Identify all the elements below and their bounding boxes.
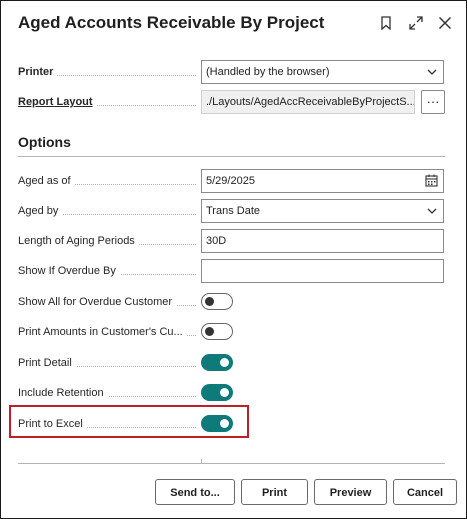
aged-as-of-row: Aged as of 5/29/2025 <box>18 169 444 193</box>
length-of-aging-periods-input[interactable]: 30D <box>201 229 444 253</box>
print-detail-toggle[interactable] <box>201 354 233 371</box>
printer-value: (Handled by the browser) <box>206 66 330 78</box>
print-detail-row: Print Detail <box>18 351 444 375</box>
footer-divider <box>18 463 445 464</box>
aged-by-select[interactable]: Trans Date <box>201 199 444 223</box>
dialog-title: Aged Accounts Receivable By Project <box>18 13 325 32</box>
print-amounts-customer-currency-row: Print Amounts in Customer's Cu... <box>18 320 444 344</box>
length-of-aging-periods-value: 30D <box>206 235 227 247</box>
show-all-overdue-customer-toggle[interactable] <box>201 293 233 310</box>
report-layout-label[interactable]: Report Layout <box>18 90 97 114</box>
report-request-dialog: Aged Accounts Receivable By Project Prin… <box>0 0 467 519</box>
print-to-excel-highlight <box>9 405 249 438</box>
preview-button[interactable]: Preview <box>314 479 387 505</box>
aged-as-of-input[interactable]: 5/29/2025 <box>201 169 444 193</box>
report-layout-value: ./Layouts/AgedAccReceivableByProjectS... <box>206 96 415 108</box>
show-if-overdue-by-row: Show If Overdue By <box>18 259 444 283</box>
print-button[interactable]: Print <box>241 479 308 505</box>
aged-by-label: Aged by <box>18 199 63 223</box>
show-if-overdue-by-input[interactable] <box>201 259 444 283</box>
chevron-down-icon <box>427 69 437 75</box>
include-retention-toggle[interactable] <box>201 384 233 401</box>
length-of-aging-periods-row: Length of Aging Periods 30D <box>18 229 444 253</box>
printer-select[interactable]: (Handled by the browser) <box>201 60 444 84</box>
aged-as-of-label: Aged as of <box>18 169 75 193</box>
report-layout-row: Report Layout ./Layouts/AgedAccReceivabl… <box>18 90 445 114</box>
length-of-aging-periods-label: Length of Aging Periods <box>18 229 139 253</box>
report-layout-more-button[interactable]: ··· <box>421 90 445 114</box>
show-all-overdue-customer-label: Show All for Overdue Customer <box>18 290 177 314</box>
expand-icon[interactable] <box>406 13 426 33</box>
bookmark-icon[interactable] <box>376 13 396 33</box>
options-heading: Options <box>18 134 71 150</box>
show-all-overdue-customer-row: Show All for Overdue Customer <box>18 290 444 314</box>
printer-label: Printer <box>18 60 58 84</box>
cancel-button[interactable]: Cancel <box>393 479 457 505</box>
close-icon[interactable] <box>435 13 455 33</box>
include-retention-label: Include Retention <box>18 381 108 405</box>
printer-row: Printer (Handled by the browser) <box>18 60 444 84</box>
send-to-button[interactable]: Send to... <box>155 479 235 505</box>
show-if-overdue-by-label: Show If Overdue By <box>18 259 120 283</box>
print-detail-label: Print Detail <box>18 351 76 375</box>
calendar-icon[interactable] <box>425 174 438 187</box>
aged-as-of-value: 5/29/2025 <box>206 175 255 187</box>
print-amounts-customer-currency-toggle[interactable] <box>201 323 233 340</box>
include-retention-row: Include Retention <box>18 381 444 405</box>
options-divider <box>18 156 445 157</box>
print-amounts-customer-currency-label: Print Amounts in Customer's Cu... <box>18 320 187 344</box>
report-layout-field: ./Layouts/AgedAccReceivableByProjectS... <box>201 90 415 114</box>
chevron-down-icon <box>427 208 437 214</box>
aged-by-value: Trans Date <box>206 205 261 217</box>
aged-by-row: Aged by Trans Date <box>18 199 444 223</box>
